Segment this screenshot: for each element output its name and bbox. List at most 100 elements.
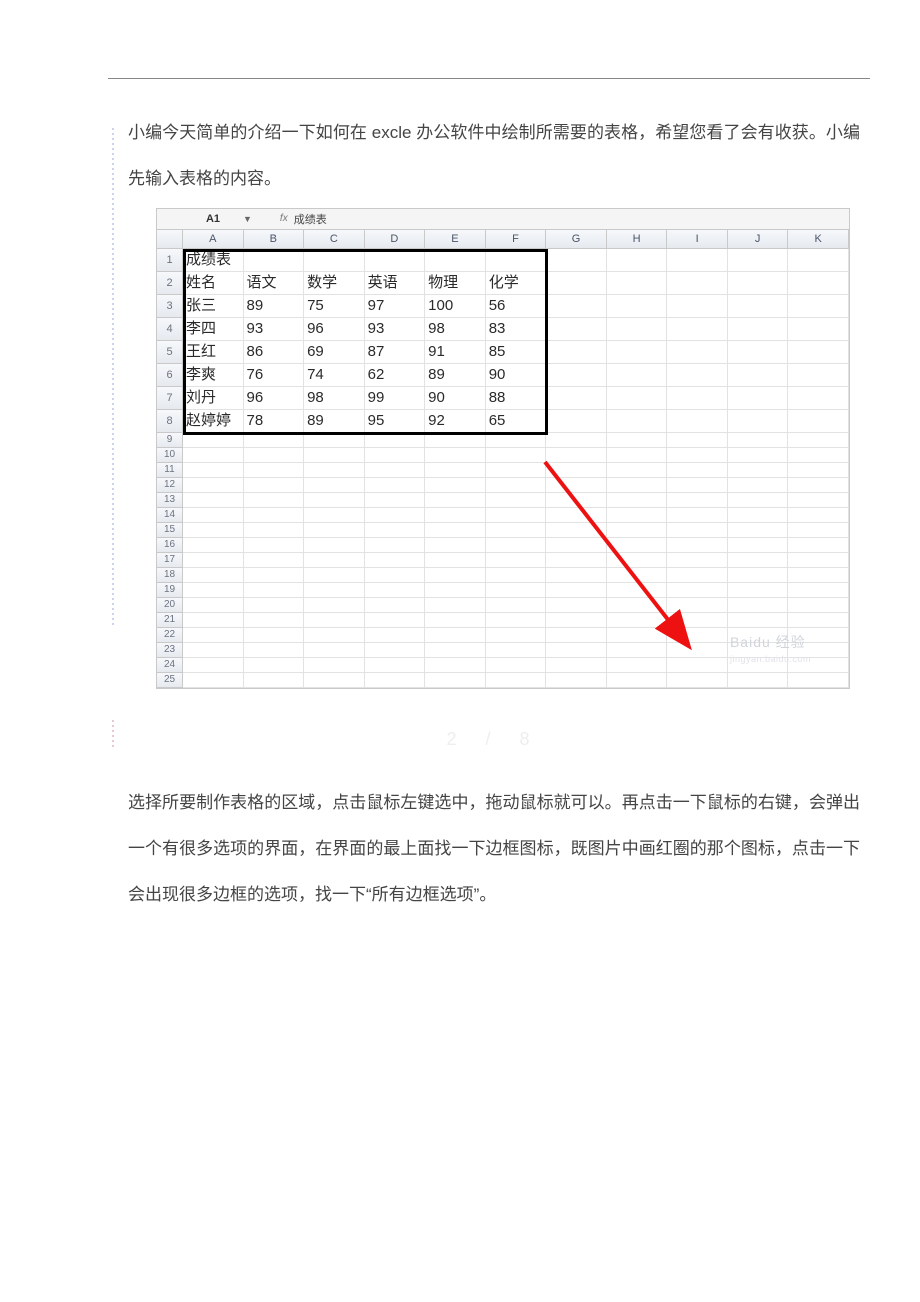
cell[interactable] bbox=[546, 249, 607, 272]
cell[interactable] bbox=[365, 523, 426, 538]
cell[interactable]: 刘丹 bbox=[183, 387, 244, 410]
cell[interactable] bbox=[607, 478, 668, 493]
cell[interactable]: 83 bbox=[486, 318, 547, 341]
formula-bar-value[interactable]: 成绩表 bbox=[294, 211, 327, 227]
cell[interactable] bbox=[607, 295, 668, 318]
column-header[interactable]: D bbox=[365, 230, 426, 249]
cell[interactable] bbox=[546, 643, 607, 658]
cell[interactable] bbox=[728, 387, 789, 410]
cell[interactable]: 74 bbox=[304, 364, 365, 387]
cell[interactable]: 98 bbox=[304, 387, 365, 410]
cell[interactable]: 89 bbox=[244, 295, 305, 318]
cell[interactable] bbox=[425, 553, 486, 568]
cell[interactable] bbox=[365, 598, 426, 613]
cell[interactable] bbox=[304, 553, 365, 568]
cell[interactable] bbox=[486, 658, 547, 673]
cell[interactable]: 张三 bbox=[183, 295, 244, 318]
cell[interactable] bbox=[607, 568, 668, 583]
cell[interactable] bbox=[788, 613, 849, 628]
cell[interactable] bbox=[667, 673, 728, 688]
cell[interactable] bbox=[607, 628, 668, 643]
cell[interactable] bbox=[244, 628, 305, 643]
cell[interactable] bbox=[728, 613, 789, 628]
cell[interactable] bbox=[244, 433, 305, 448]
row-header[interactable]: 21 bbox=[157, 613, 183, 628]
row-header[interactable]: 2 bbox=[157, 272, 183, 295]
cell[interactable] bbox=[667, 463, 728, 478]
cell[interactable] bbox=[546, 523, 607, 538]
cell[interactable] bbox=[183, 508, 244, 523]
cell[interactable] bbox=[183, 493, 244, 508]
cell[interactable] bbox=[667, 553, 728, 568]
cell[interactable] bbox=[546, 478, 607, 493]
cell[interactable] bbox=[244, 508, 305, 523]
cell[interactable] bbox=[365, 478, 426, 493]
cell[interactable] bbox=[607, 643, 668, 658]
cell[interactable] bbox=[304, 568, 365, 583]
row-header[interactable]: 3 bbox=[157, 295, 183, 318]
cell[interactable] bbox=[607, 493, 668, 508]
cell[interactable] bbox=[667, 508, 728, 523]
cell[interactable] bbox=[365, 493, 426, 508]
cell[interactable] bbox=[365, 568, 426, 583]
cell[interactable] bbox=[486, 643, 547, 658]
cell[interactable] bbox=[607, 538, 668, 553]
cell[interactable] bbox=[788, 568, 849, 583]
cell[interactable]: 物理 bbox=[425, 272, 486, 295]
cell[interactable] bbox=[244, 598, 305, 613]
cell[interactable] bbox=[546, 598, 607, 613]
cell[interactable] bbox=[486, 433, 547, 448]
cell[interactable] bbox=[244, 478, 305, 493]
cell[interactable] bbox=[365, 613, 426, 628]
cell[interactable] bbox=[788, 364, 849, 387]
cell[interactable] bbox=[486, 478, 547, 493]
cell[interactable] bbox=[546, 493, 607, 508]
cell[interactable] bbox=[546, 295, 607, 318]
cell[interactable] bbox=[728, 295, 789, 318]
cell[interactable] bbox=[607, 613, 668, 628]
cell[interactable] bbox=[183, 658, 244, 673]
cell[interactable] bbox=[788, 272, 849, 295]
cell[interactable] bbox=[667, 658, 728, 673]
cell[interactable] bbox=[183, 478, 244, 493]
cell[interactable] bbox=[607, 508, 668, 523]
cell[interactable] bbox=[546, 448, 607, 463]
cell[interactable]: 76 bbox=[244, 364, 305, 387]
cell[interactable] bbox=[183, 523, 244, 538]
cell[interactable]: 92 bbox=[425, 410, 486, 433]
cell[interactable] bbox=[304, 538, 365, 553]
cell[interactable]: 69 bbox=[304, 341, 365, 364]
cell[interactable] bbox=[667, 295, 728, 318]
cell[interactable] bbox=[546, 508, 607, 523]
row-header[interactable]: 6 bbox=[157, 364, 183, 387]
cell[interactable] bbox=[486, 523, 547, 538]
cell[interactable] bbox=[304, 628, 365, 643]
cell[interactable] bbox=[667, 410, 728, 433]
cell[interactable] bbox=[183, 598, 244, 613]
name-box[interactable]: A1 bbox=[185, 213, 241, 225]
cell[interactable]: 英语 bbox=[365, 272, 426, 295]
cell[interactable] bbox=[607, 673, 668, 688]
cell[interactable]: 65 bbox=[486, 410, 547, 433]
cell[interactable]: 李爽 bbox=[183, 364, 244, 387]
cell[interactable]: 100 bbox=[425, 295, 486, 318]
column-header[interactable]: F bbox=[486, 230, 547, 249]
cell[interactable]: 95 bbox=[365, 410, 426, 433]
cell[interactable] bbox=[365, 448, 426, 463]
cell[interactable] bbox=[546, 463, 607, 478]
cell[interactable] bbox=[788, 387, 849, 410]
cell[interactable] bbox=[788, 523, 849, 538]
cell[interactable] bbox=[788, 341, 849, 364]
cell[interactable] bbox=[365, 628, 426, 643]
row-header[interactable]: 1 bbox=[157, 249, 183, 272]
row-header[interactable]: 11 bbox=[157, 463, 183, 478]
cell[interactable] bbox=[728, 478, 789, 493]
cell[interactable] bbox=[728, 673, 789, 688]
cell[interactable] bbox=[244, 658, 305, 673]
row-header[interactable]: 16 bbox=[157, 538, 183, 553]
cell[interactable] bbox=[244, 249, 305, 272]
cell[interactable] bbox=[607, 583, 668, 598]
cell[interactable] bbox=[365, 433, 426, 448]
cell[interactable] bbox=[607, 523, 668, 538]
cell[interactable]: 62 bbox=[365, 364, 426, 387]
